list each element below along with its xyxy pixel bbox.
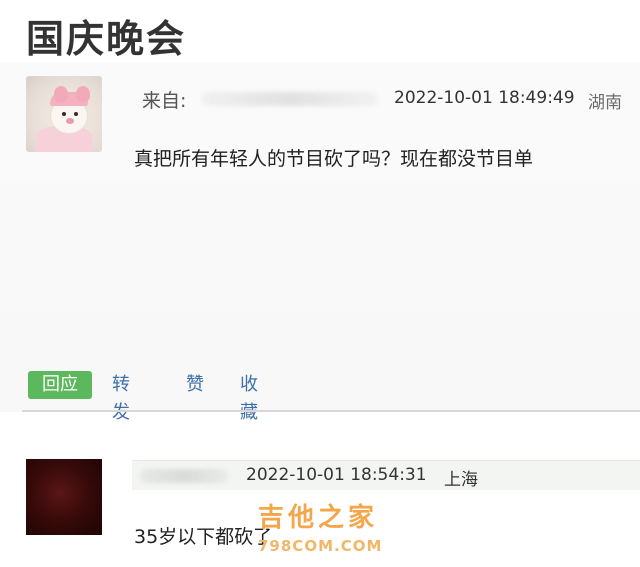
- post-meta: 来自: 2022-10-01 18:49:49 湖南: [142, 86, 640, 113]
- from-label: 来自:: [142, 90, 187, 112]
- watermark-text: 吉他之家: [258, 503, 379, 533]
- plush-eye-right: [74, 112, 78, 116]
- plush-eye-left: [62, 112, 66, 116]
- post-content: 真把所有年轻人的节目砍了吗？现在都没节目单: [134, 148, 534, 170]
- watermark: 吉他之家 798COM.COM: [252, 497, 402, 561]
- author-name-blurred[interactable]: [202, 92, 378, 106]
- favorite-link[interactable]: 收藏: [240, 371, 258, 423]
- plush-ear-left: [54, 86, 68, 102]
- post-timestamp: 2022-10-01 18:49:49: [394, 88, 575, 108]
- reply-location: 上海: [444, 470, 478, 490]
- page-title: 国庆晚会: [26, 17, 187, 61]
- plush-nose: [66, 118, 74, 124]
- reply-meta: 2022-10-01 18:54:31 上海: [132, 460, 640, 490]
- like-link[interactable]: 赞: [186, 371, 204, 399]
- plush-ear-right: [76, 86, 90, 102]
- post-card: 来自: 2022-10-01 18:49:49 湖南 真把所有年轻人的节目砍了吗…: [0, 62, 640, 423]
- reply-author-blurred[interactable]: [140, 469, 228, 483]
- reply-button[interactable]: 回应: [28, 371, 92, 399]
- divider: [22, 410, 640, 412]
- avatar[interactable]: [26, 76, 102, 152]
- reply-avatar[interactable]: [26, 459, 102, 535]
- forward-link[interactable]: 转发: [112, 371, 130, 423]
- post-location: 湖南: [588, 93, 622, 113]
- reply-timestamp: 2022-10-01 18:54:31: [246, 465, 427, 485]
- watermark-url: 798COM.COM: [258, 537, 383, 555]
